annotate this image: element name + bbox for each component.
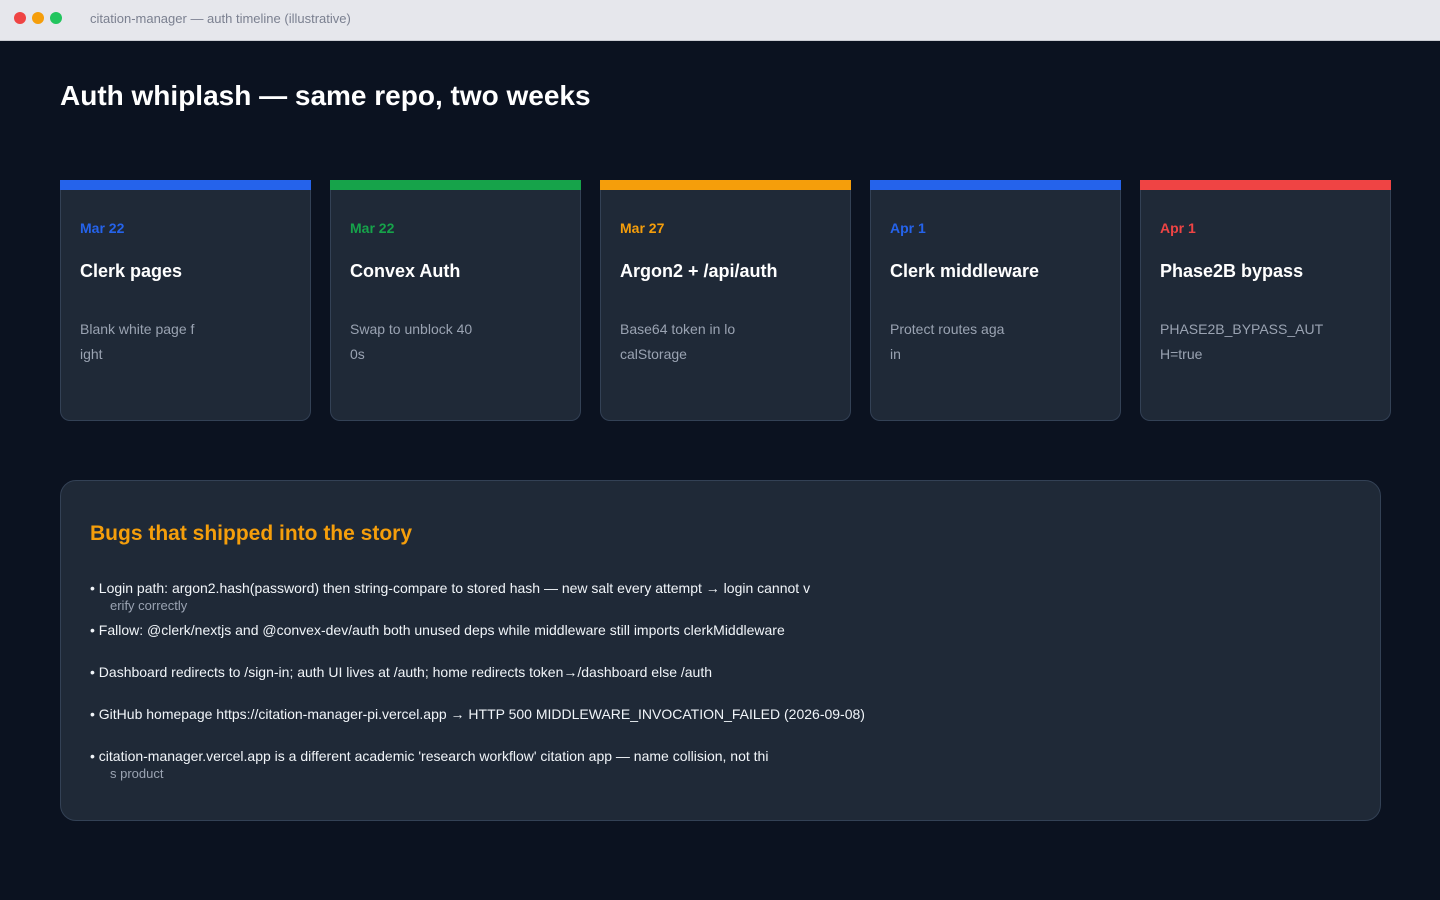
card-accent-bar <box>870 180 1121 190</box>
bug-item: • citation-manager.vercel.app is a diffe… <box>90 748 768 781</box>
card-accent-bar <box>60 180 311 190</box>
card-title: Convex Auth <box>350 261 461 281</box>
card-date: Apr 1 <box>1160 220 1196 236</box>
bug-text-continuation: s product <box>110 766 164 781</box>
timeline-card: Apr 1 Phase2B bypass PHASE2B_BYPASS_AUT … <box>1140 180 1391 421</box>
timeline-card: Mar 27 Argon2 + /api/auth Base64 token i… <box>600 180 851 421</box>
timeline-card: Mar 22 Clerk pages Blank white page f ig… <box>60 180 311 421</box>
timeline-card: Apr 1 Clerk middleware Protect routes ag… <box>870 180 1121 421</box>
card-title: Clerk pages <box>80 261 183 281</box>
page-title: Auth whiplash — same repo, two weeks <box>60 80 591 111</box>
close-window-button[interactable] <box>14 12 26 24</box>
card-date: Mar 27 <box>620 220 665 236</box>
bug-item: • Dashboard redirects to /sign-in; auth … <box>90 664 712 680</box>
bugs-panel-title: Bugs that shipped into the story <box>90 522 413 545</box>
bug-item: • Fallow: @clerk/nextjs and @convex-dev/… <box>90 622 785 638</box>
card-title: Clerk middleware <box>890 261 1040 281</box>
card-description: Swap to unblock 40 0s <box>350 321 473 362</box>
card-description: PHASE2B_BYPASS_AUT H=true <box>1160 321 1324 362</box>
timeline-card: Mar 22 Convex Auth Swap to unblock 40 0s <box>330 180 581 421</box>
bug-text: • Dashboard redirects to /sign-in; auth … <box>90 664 713 680</box>
window-titlebar: citation-manager — auth timeline (illust… <box>0 0 1440 41</box>
card-description: Base64 token in lo calStorage <box>620 321 736 362</box>
card-date: Mar 22 <box>80 220 125 236</box>
card-date: Apr 1 <box>890 220 926 236</box>
bugs-panel: Bugs that shipped into the story • Login… <box>60 480 1381 821</box>
card-title: Phase2B bypass <box>1160 261 1304 281</box>
bug-text: • Fallow: @clerk/nextjs and @convex-dev/… <box>90 622 785 638</box>
card-accent-bar <box>1140 180 1391 190</box>
bug-text: • citation-manager.vercel.app is a diffe… <box>90 748 769 764</box>
bug-text-continuation: erify correctly <box>110 598 188 613</box>
bug-text: • Login path: argon2.hash(password) then… <box>90 580 811 596</box>
window-title: citation-manager — auth timeline (illust… <box>90 11 351 26</box>
card-title: Argon2 + /api/auth <box>620 261 778 281</box>
minimize-window-button[interactable] <box>32 12 44 24</box>
card-accent-bar <box>330 180 581 190</box>
card-description: Protect routes aga in <box>890 321 1005 362</box>
bug-item: • GitHub homepage https://citation-manag… <box>90 706 865 722</box>
bug-item: • Login path: argon2.hash(password) then… <box>90 580 810 613</box>
card-description: Blank white page f ight <box>80 321 195 362</box>
card-accent-bar <box>600 180 851 190</box>
bug-text: • GitHub homepage https://citation-manag… <box>90 706 865 722</box>
card-date: Mar 22 <box>350 220 395 236</box>
maximize-window-button[interactable] <box>50 12 62 24</box>
